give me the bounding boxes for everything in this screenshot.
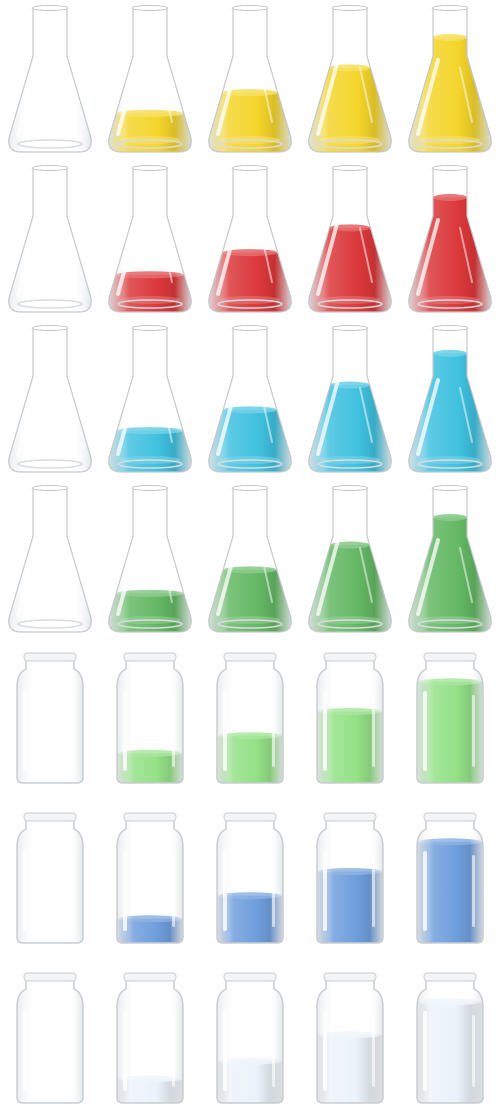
bottle-lime-4 bbox=[316, 652, 384, 784]
flask-green-2 bbox=[108, 485, 192, 633]
flask-red-3 bbox=[208, 165, 292, 313]
flask-red-2 bbox=[108, 165, 192, 313]
flask-cyan-1 bbox=[8, 325, 92, 473]
bottle-milk-5 bbox=[416, 972, 484, 1104]
bottle-blue-4 bbox=[316, 812, 384, 944]
flask-yellow-4 bbox=[308, 5, 392, 153]
bottle-lime-2 bbox=[116, 652, 184, 784]
flask-red-1 bbox=[8, 165, 92, 313]
bottle-blue-3 bbox=[216, 812, 284, 944]
flask-yellow-2 bbox=[108, 5, 192, 153]
bottle-milk-2 bbox=[116, 972, 184, 1104]
flask-red-4 bbox=[308, 165, 392, 313]
bottle-lime-3 bbox=[216, 652, 284, 784]
bottle-lime-5 bbox=[416, 652, 484, 784]
bottle-milk-3 bbox=[216, 972, 284, 1104]
flask-green-5 bbox=[408, 485, 492, 633]
vessels-canvas bbox=[8, 5, 492, 1104]
flask-green-4 bbox=[308, 485, 392, 633]
flask-cyan-3 bbox=[208, 325, 292, 473]
flask-cyan-2 bbox=[108, 325, 192, 473]
flask-green-1 bbox=[8, 485, 92, 633]
bottle-blue-2 bbox=[116, 812, 184, 944]
bottle-blue-5 bbox=[416, 812, 484, 944]
flask-yellow-1 bbox=[8, 5, 92, 153]
flask-yellow-5 bbox=[408, 5, 492, 153]
bottle-lime-1 bbox=[16, 652, 84, 784]
bottle-milk-4 bbox=[316, 972, 384, 1104]
flask-red-5 bbox=[408, 165, 492, 313]
flask-yellow-3 bbox=[208, 5, 292, 153]
bottle-milk-1 bbox=[16, 972, 84, 1104]
vessel-grid bbox=[0, 0, 500, 1120]
bottle-blue-1 bbox=[16, 812, 84, 944]
flask-cyan-5 bbox=[408, 325, 492, 473]
flask-green-3 bbox=[208, 485, 292, 633]
flask-cyan-4 bbox=[308, 325, 392, 473]
